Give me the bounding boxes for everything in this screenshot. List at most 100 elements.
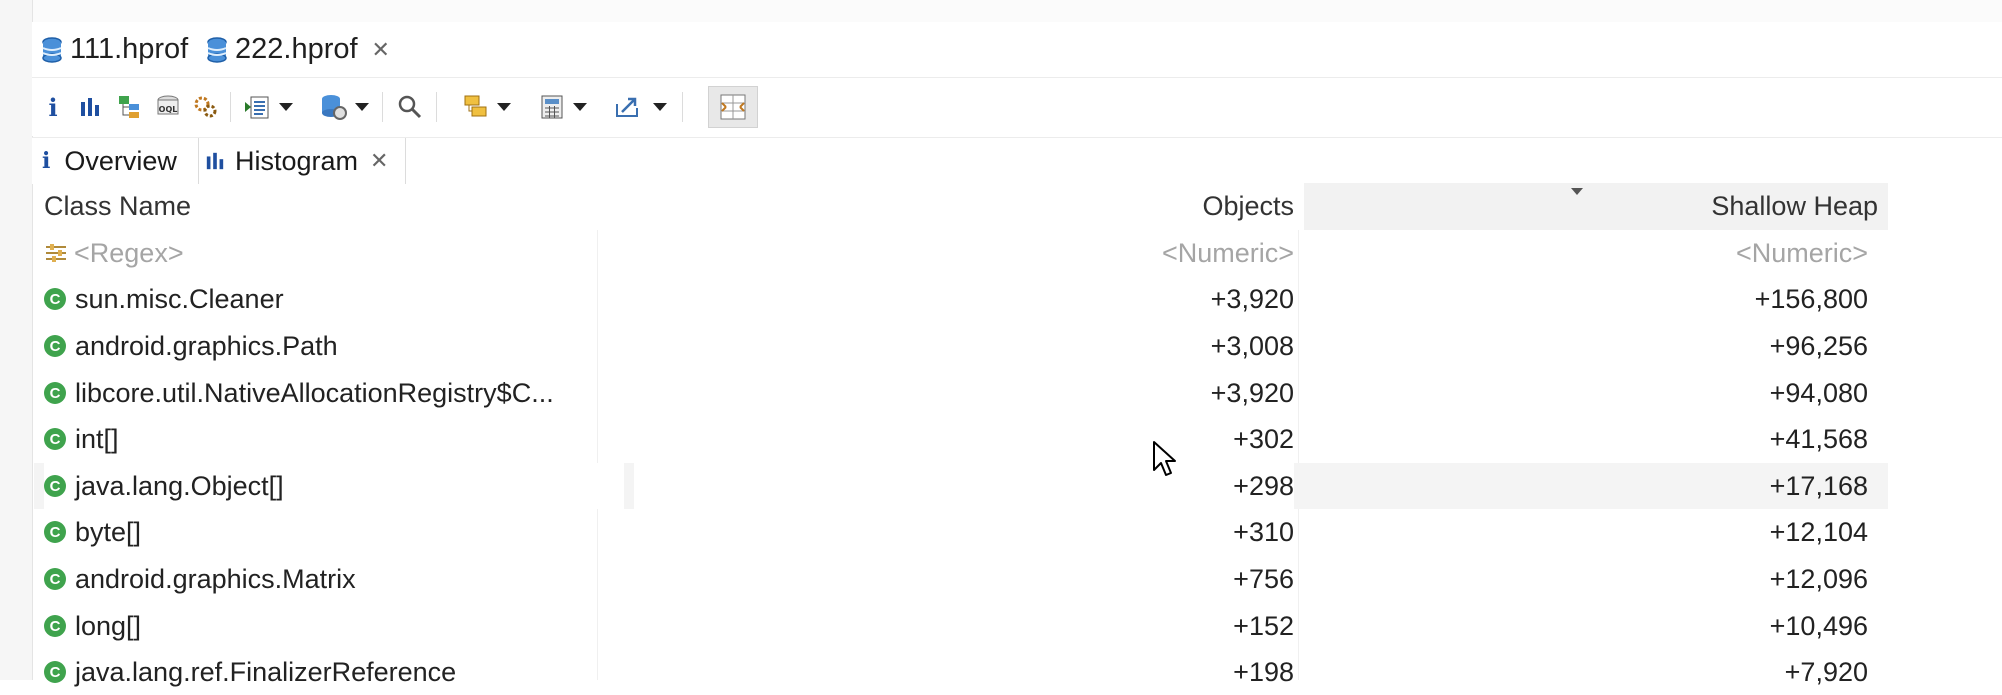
toolbar-separator <box>382 92 383 122</box>
shallow-heap-cell: +96,256 <box>1769 330 1868 361</box>
class-name-cell: Clong[] <box>44 603 624 649</box>
thread-overview-button[interactable] <box>188 78 224 136</box>
toolbar-separator <box>230 92 231 122</box>
class-name: java.lang.ref.FinalizerReference <box>75 656 457 687</box>
editor-tab-label: 222.hprof <box>235 33 358 65</box>
mouse-pointer-icon <box>1153 441 1176 476</box>
table-row[interactable]: Csun.misc.Cleaner +3,920 +156,800 <box>34 276 1888 322</box>
group-by-button[interactable] <box>458 78 494 136</box>
toolbar-separator <box>682 92 683 122</box>
table-row-highlighted[interactable]: Cjava.lang.Object[] +298 +17,168 <box>34 463 1888 509</box>
svg-text:OQL: OQL <box>159 105 178 114</box>
compare-icon <box>720 94 746 120</box>
calculate-retained-dropdown[interactable] <box>570 78 590 136</box>
objects-cell: +3,920 <box>1210 377 1294 408</box>
histogram-table: Class Name Objects Shallow Heap <Regex> … <box>34 183 2002 687</box>
editor-tab-222-hprof[interactable]: 222.hprof ✕ <box>207 22 390 77</box>
class-icon: C <box>44 428 66 450</box>
class-name: sun.misc.Cleaner <box>75 283 284 314</box>
query-browser-button[interactable] <box>316 78 352 136</box>
editor-tab-111-hprof[interactable]: 111.hprof <box>42 22 188 77</box>
query-browser-icon <box>322 95 347 120</box>
filter-row: <Regex> <Numeric> <Numeric> <box>34 230 1888 276</box>
overview-button[interactable]: i <box>38 78 68 136</box>
search-button[interactable] <box>392 78 428 136</box>
class-name: android.graphics.Path <box>75 330 338 361</box>
calculator-icon <box>541 95 563 119</box>
objects-cell: +756 <box>1233 563 1294 594</box>
tab-histogram-label: Histogram <box>235 145 359 176</box>
class-icon: C <box>44 475 66 497</box>
run-expert-report-dropdown[interactable] <box>276 78 296 136</box>
chevron-down-icon <box>355 103 369 111</box>
class-name-cell: Candroid.graphics.Matrix <box>44 556 624 602</box>
table-row[interactable]: Candroid.graphics.Path +3,008 +96,256 <box>34 323 1888 369</box>
close-tab-icon[interactable]: ✕ <box>372 37 390 63</box>
shallow-heap-cell: +94,080 <box>1769 377 1868 408</box>
shallow-heap-cell: +41,568 <box>1769 423 1868 454</box>
objects-cell: +3,008 <box>1210 330 1294 361</box>
tab-histogram[interactable]: Histogram ✕ <box>198 138 406 184</box>
table-row[interactable]: Clibcore.util.NativeAllocationRegistry$C… <box>34 370 1888 416</box>
shallow-heap-cell: +17,168 <box>1769 470 1868 501</box>
table-row[interactable]: Clong[] +152 +10,496 <box>34 603 1888 649</box>
class-name-cell: Candroid.graphics.Path <box>44 323 624 369</box>
column-header-class-name[interactable]: Class Name <box>44 183 191 230</box>
toolbar: i OQL <box>32 78 2002 136</box>
group-by-dropdown[interactable] <box>494 78 514 136</box>
class-icon: C <box>44 335 66 357</box>
shallow-heap-filter[interactable]: <Numeric> <box>1304 230 1868 276</box>
export-icon <box>616 97 638 117</box>
class-name-cell: Cint[] <box>44 416 624 462</box>
histogram-icon <box>206 152 224 170</box>
tab-overview[interactable]: i Overview <box>42 138 202 184</box>
table-row[interactable]: Candroid.graphics.Matrix +756 +12,096 <box>34 556 1888 602</box>
info-icon: i <box>42 148 51 174</box>
query-browser-dropdown[interactable] <box>352 78 372 136</box>
class-icon: C <box>44 615 66 637</box>
class-name-cell: Cjava.lang.ref.FinalizerReference <box>44 649 624 695</box>
objects-cell: +302 <box>1233 423 1294 454</box>
report-icon <box>245 96 269 119</box>
objects-cell: +3,920 <box>1210 283 1294 314</box>
close-tab-icon[interactable]: ✕ <box>370 148 388 174</box>
heap-dump-icon <box>207 36 227 63</box>
table-row[interactable]: Cbyte[] +310 +12,104 <box>34 509 1888 555</box>
editor-tab-label: 111.hprof <box>70 33 189 65</box>
objects-filter[interactable]: <Numeric> <box>634 230 1294 276</box>
compare-button[interactable] <box>708 86 758 128</box>
class-name-filter[interactable]: <Regex> <box>44 230 624 276</box>
editor-tab-bar: 111.hprof 222.hprof ✕ <box>32 22 2002 78</box>
class-icon: C <box>44 382 66 404</box>
class-name: long[] <box>75 610 142 641</box>
dominator-tree-icon <box>119 96 139 118</box>
calculate-retained-button[interactable] <box>534 78 570 136</box>
tab-overview-label: Overview <box>64 145 177 176</box>
class-name-cell: Cjava.lang.Object[] <box>44 463 624 509</box>
class-name-cell: Csun.misc.Cleaner <box>44 276 624 322</box>
export-dropdown[interactable] <box>650 78 670 136</box>
oql-icon: OQL <box>157 95 179 115</box>
table-row[interactable]: Cjava.lang.ref.FinalizerReference +198 +… <box>34 649 1888 695</box>
gears-icon <box>194 96 217 118</box>
chevron-down-icon <box>573 103 587 111</box>
heap-dump-icon <box>42 36 62 63</box>
objects-cell: +198 <box>1233 656 1294 687</box>
class-icon: C <box>44 288 66 310</box>
class-name: java.lang.Object[] <box>75 470 284 501</box>
class-name: libcore.util.NativeAllocationRegistry$C.… <box>75 377 554 408</box>
table-row[interactable]: Cint[] +302 +41,568 <box>34 416 1888 462</box>
class-name: byte[] <box>75 516 142 547</box>
objects-cell: +298 <box>634 463 1294 509</box>
histogram-button[interactable] <box>72 78 108 136</box>
column-header-objects[interactable]: Objects <box>634 183 1294 230</box>
export-button[interactable] <box>610 78 646 136</box>
run-expert-report-button[interactable] <box>240 78 274 136</box>
toolbar-separator <box>436 92 437 122</box>
dominator-tree-button[interactable] <box>112 78 148 136</box>
filter-icon <box>46 244 66 262</box>
window-top-strip <box>0 0 2002 22</box>
oql-button[interactable]: OQL <box>150 78 186 136</box>
column-header-shallow-heap[interactable]: Shallow Heap <box>1304 183 1878 230</box>
view-tab-bar: i Overview Histogram ✕ <box>32 137 2002 184</box>
